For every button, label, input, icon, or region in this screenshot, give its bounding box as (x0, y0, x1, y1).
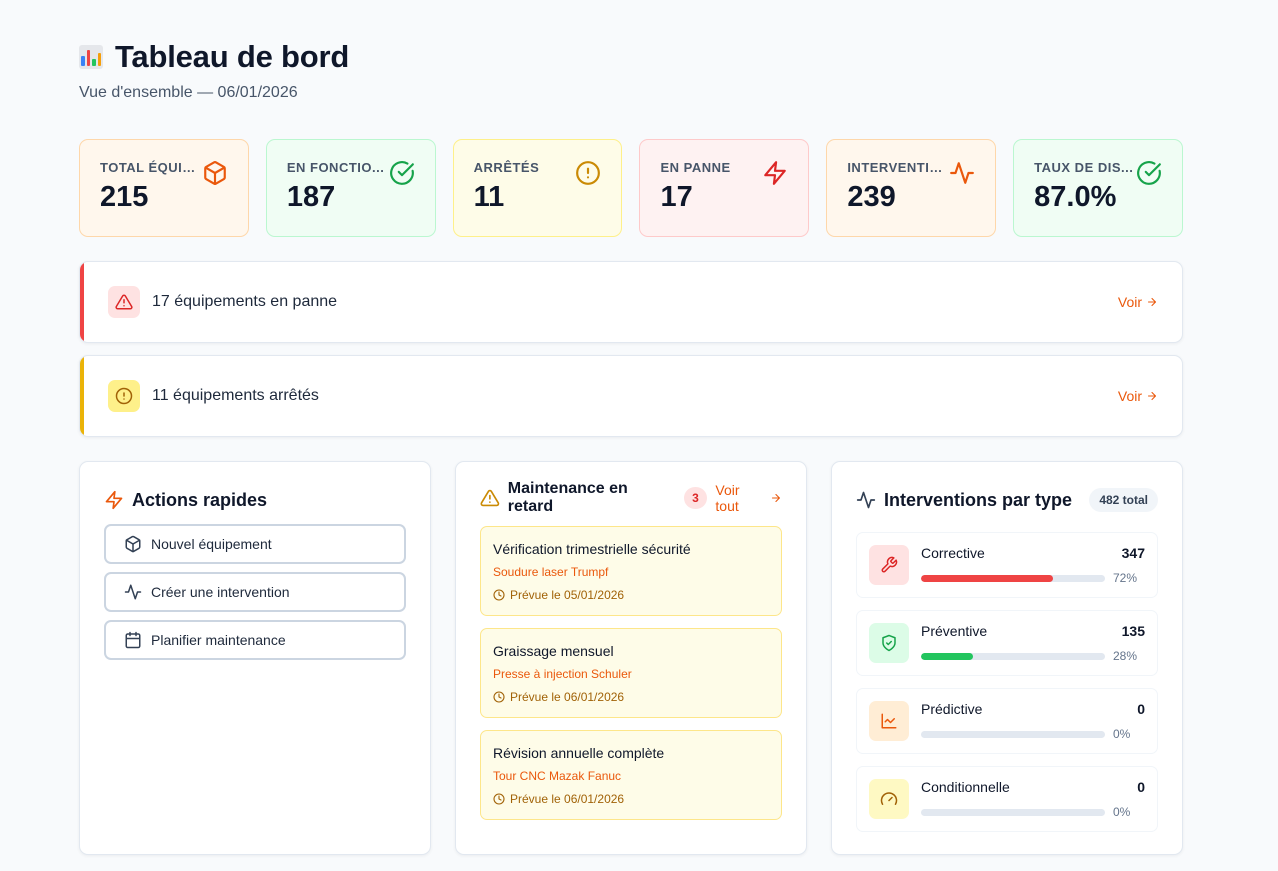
panel-title: Actions rapides (132, 489, 268, 510)
check-circle-icon (389, 161, 414, 185)
overdue-title: Vérification trimestrielle sécurité (493, 541, 691, 557)
plan-maintenance-button[interactable]: Planifier maintenance (104, 620, 406, 660)
overdue-item[interactable]: Vérification trimestrielle sécurité Soud… (480, 526, 782, 616)
activity-icon (124, 584, 142, 600)
button-label: Planifier maintenance (151, 632, 286, 648)
alert-text: 11 équipements arrêtés (152, 387, 319, 404)
overdue-title: Graissage mensuel (493, 643, 614, 659)
clock-icon (493, 691, 505, 703)
type-count: 0 (1137, 701, 1145, 717)
clock-icon (493, 589, 505, 601)
type-name: Corrective (921, 545, 985, 561)
stat-card-interventions[interactable]: INTERVENTIO... 239 (826, 139, 997, 237)
type-name: Prédictive (921, 701, 983, 717)
panel-title: Maintenance en retard (507, 480, 628, 515)
stat-label: EN FONCTIO... (286, 160, 385, 175)
new-equipment-button[interactable]: Nouvel équipement (104, 524, 406, 564)
stats-row: TOTAL ÉQUIP... 215 EN FONCTIO... 187 ARR… (79, 139, 1183, 237)
link-label: Voir (1117, 294, 1142, 310)
type-percent: 0% (1113, 727, 1131, 741)
box-icon (203, 161, 226, 185)
progress-track (921, 808, 1105, 816)
arrow-right-icon (772, 493, 781, 503)
link-label: Voir tout (715, 482, 740, 514)
alert-circle-icon (576, 161, 601, 185)
progress-fill (921, 652, 973, 660)
alert-triangle-icon (108, 286, 140, 318)
view-stopped-link[interactable]: Voir (1118, 388, 1158, 404)
calendar-icon (125, 631, 141, 649)
zap-icon (105, 490, 123, 510)
type-row-predictive[interactable]: Prédictive 0 0% (856, 688, 1158, 754)
box-icon (125, 535, 141, 553)
quick-actions-panel: Actions rapides Nouvel équipement Créer … (79, 461, 431, 855)
activity-icon (856, 491, 876, 509)
check-circle-icon (1137, 161, 1161, 185)
shield-check-icon (869, 623, 909, 663)
overdue-title: Révision annuelle complète (493, 745, 665, 761)
arrow-right-icon (1147, 391, 1157, 401)
overdue-equipment: Presse à injection Schuler (493, 667, 632, 681)
overdue-equipment: Soudure laser Trumpf (493, 565, 609, 579)
link-label: Voir (1117, 388, 1142, 404)
page-header: Tableau de bord Vue d'ensemble — 06/01/2… (79, 39, 350, 102)
arrow-right-icon (1147, 297, 1157, 307)
alert-broken-equipment: 17 équipements en panne Voir (79, 261, 1183, 343)
stat-card-total-equipment[interactable]: TOTAL ÉQUIP... 215 (79, 139, 249, 237)
gauge-icon (869, 779, 909, 819)
overdue-item[interactable]: Graissage mensuel Presse à injection Sch… (480, 628, 782, 718)
overdue-count-badge: 3 (683, 487, 708, 509)
interventions-by-type-panel: Interventions par type 482 total Correct… (831, 461, 1183, 855)
alert-stopped-equipment: 11 équipements arrêtés Voir (79, 355, 1183, 437)
stat-label: TAUX DE DIS... (1034, 160, 1134, 175)
button-label: Nouvel équipement (151, 536, 272, 552)
type-name: Conditionnelle (921, 779, 1010, 795)
type-count: 0 (1137, 779, 1145, 795)
alert-triangle-icon (480, 489, 500, 507)
zap-icon (764, 161, 787, 185)
stat-label: INTERVENTIO... (847, 160, 948, 175)
panel-title: Interventions par type (884, 489, 1073, 510)
page-subtitle: Vue d'ensemble — 06/01/2026 (79, 84, 298, 101)
overdue-date: Prévue le 06/01/2026 (510, 792, 625, 806)
progress-fill (921, 574, 1054, 582)
activity-icon (950, 162, 975, 184)
stat-label: ARRÊTÉS (473, 160, 540, 175)
overdue-maintenance-panel: Maintenance en retard 3 Voir tout Vérifi… (455, 461, 807, 855)
type-percent: 0% (1113, 805, 1131, 819)
wrench-icon (869, 545, 909, 585)
progress-track (921, 730, 1105, 738)
view-broken-link[interactable]: Voir (1118, 294, 1158, 310)
stat-card-broken[interactable]: EN PANNE 17 (639, 139, 810, 237)
create-intervention-button[interactable]: Créer une intervention (104, 572, 406, 612)
type-count: 347 (1121, 545, 1145, 561)
type-percent: 72% (1113, 571, 1138, 585)
overdue-item[interactable]: Révision annuelle complète Tour CNC Maza… (480, 730, 782, 820)
stat-card-availability[interactable]: TAUX DE DIS... 87.0% (1013, 139, 1183, 237)
overdue-equipment: Tour CNC Mazak Fanuc (493, 769, 622, 783)
button-label: Créer une intervention (151, 584, 290, 600)
overdue-date: Prévue le 06/01/2026 (510, 690, 625, 704)
progress-track (921, 652, 1105, 660)
overdue-date: Prévue le 05/01/2026 (510, 588, 625, 602)
type-row-corrective[interactable]: Corrective 347 72% (856, 532, 1158, 598)
line-chart-icon (869, 701, 909, 741)
total-badge: 482 total (1089, 488, 1158, 512)
stat-card-stopped[interactable]: ARRÊTÉS 11 (452, 139, 623, 237)
page-title: Tableau de bord (115, 39, 350, 74)
see-all-link[interactable]: Voir tout (715, 482, 782, 514)
type-row-conditional[interactable]: Conditionnelle 0 0% (856, 766, 1158, 832)
alert-circle-icon (108, 380, 140, 412)
stat-label: TOTAL ÉQUIP... (100, 160, 200, 175)
progress-track (921, 574, 1105, 582)
type-count: 135 (1121, 623, 1145, 639)
type-percent: 28% (1113, 649, 1138, 663)
type-row-preventive[interactable]: Préventive 135 28% (856, 610, 1158, 676)
bar-chart-emoji-icon (79, 45, 103, 69)
type-name: Préventive (921, 623, 988, 639)
alert-text: 17 équipements en panne (152, 293, 338, 310)
stat-label: EN PANNE (660, 160, 731, 175)
clock-icon (493, 793, 505, 805)
stat-card-running[interactable]: EN FONCTIO... 187 (265, 139, 436, 237)
